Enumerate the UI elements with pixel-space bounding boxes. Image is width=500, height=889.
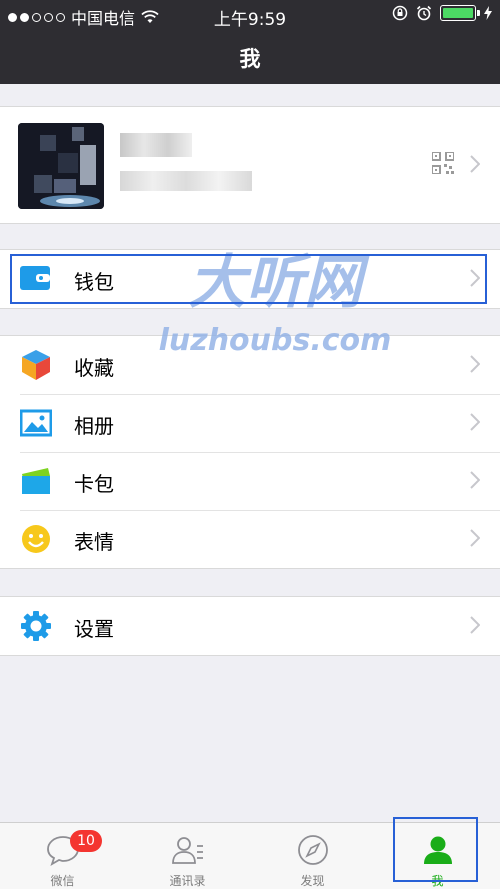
chevron-right-icon [470,155,480,173]
tab-discover-label: 发现 [300,874,325,888]
navigation-bar: 我 [0,30,500,84]
favorites-cube-icon [22,350,50,380]
tab-chats-label: 微信 [50,874,75,888]
profile-name-blurred [120,133,192,157]
chevron-right-icon [470,616,480,634]
tab-me[interactable]: 我 [375,823,500,889]
profile-id-blurred [120,171,252,191]
settings-gear-icon [21,611,51,641]
avatar[interactable] [18,123,104,209]
sticker-smile-icon [22,525,50,553]
chevron-right-icon [470,471,480,489]
tab-me-label: 我 [431,874,444,888]
chevron-right-icon [470,269,480,287]
alarm-icon [416,5,432,21]
tab-bar: 10 微信 通讯录 发现 我 [0,822,500,889]
settings-row[interactable]: 设置 [0,597,500,655]
album-label: 相册 [74,414,114,438]
wallet-label: 钱包 [74,270,114,294]
wallet-icon [20,266,50,290]
me-person-icon [424,836,452,864]
watermark-title: 大听网 [188,250,370,316]
compass-icon [298,835,328,865]
tab-discover[interactable]: 发现 [250,823,375,889]
tab-contacts[interactable]: 通讯录 [125,823,250,889]
favorites-label: 收藏 [74,356,114,380]
tab-contacts-label: 通讯录 [169,874,206,888]
battery-icon [440,5,480,21]
status-right [392,5,492,21]
features-group: 收藏 相册 卡包 表情 [0,335,500,569]
settings-group: 设置 [0,596,500,656]
qr-code-icon[interactable] [432,152,454,174]
card-pack-icon [22,468,50,494]
chevron-right-icon [470,355,480,373]
charging-icon [484,6,492,20]
album-row[interactable]: 相册 [0,394,500,452]
rotation-lock-icon [392,5,408,21]
card-pack-label: 卡包 [74,472,114,496]
page-title: 我 [239,47,261,71]
watermark: 大听网 luzhoubs.com [159,250,392,358]
card-pack-row[interactable]: 卡包 [0,452,500,510]
status-bar: 中国电信 上午9:59 [0,0,500,30]
tab-chats[interactable]: 10 微信 [0,823,125,889]
watermark-url: luzhoubs.com [159,323,392,358]
album-picture-icon [20,409,52,437]
stickers-row[interactable]: 表情 [0,510,500,568]
chevron-right-icon [470,413,480,431]
profile-card[interactable] [0,106,500,224]
contacts-icon [172,837,203,864]
chevron-right-icon [470,529,480,547]
settings-label: 设置 [74,617,114,641]
unread-badge: 10 [70,830,102,852]
stickers-label: 表情 [74,530,114,554]
